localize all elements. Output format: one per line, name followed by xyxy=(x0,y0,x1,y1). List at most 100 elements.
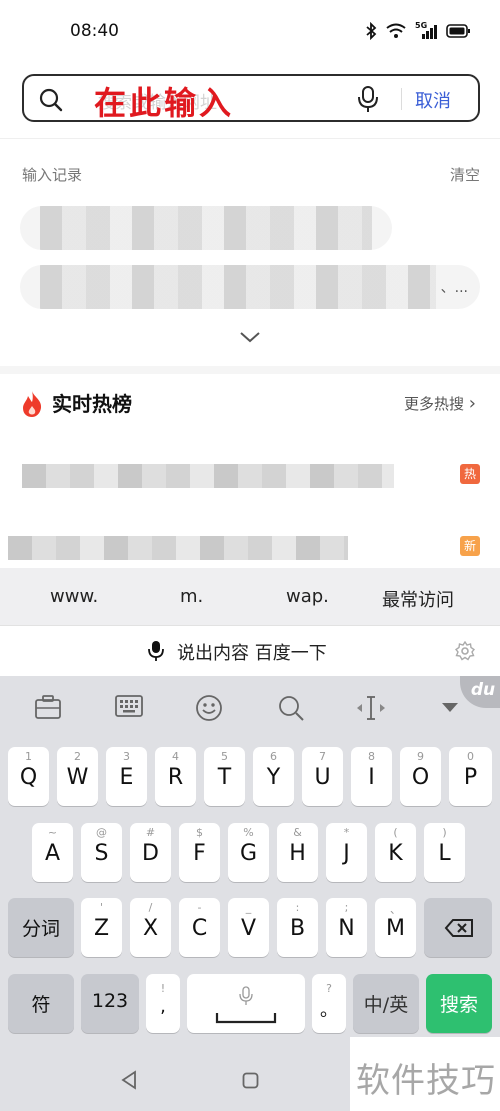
key-h[interactable]: & H xyxy=(277,823,318,882)
history-title: 输入记录 xyxy=(22,166,83,184)
key-hint: : xyxy=(295,901,300,914)
hot-list-item[interactable]: 新 xyxy=(0,534,500,568)
key-x[interactable]: / X xyxy=(130,898,171,957)
key-b[interactable]: :B xyxy=(277,898,318,957)
voice-prompt: 说出内容 百度一下 xyxy=(177,643,327,664)
key-hint: @ xyxy=(96,826,107,839)
key-k[interactable]: (K xyxy=(375,823,416,882)
key-p[interactable]: 0P xyxy=(449,747,492,806)
key-s[interactable]: @ S xyxy=(81,823,122,882)
key-o[interactable]: 9O xyxy=(400,747,441,806)
space-key[interactable] xyxy=(187,974,305,1033)
key-q[interactable]: 1Q xyxy=(8,747,49,806)
network-5g-icon: 5G xyxy=(415,21,437,39)
fenci-key[interactable]: 分词 xyxy=(8,898,74,957)
blurred-history-text xyxy=(40,265,436,309)
hot-list-item[interactable]: 热 xyxy=(0,462,500,496)
key-g[interactable]: % G xyxy=(228,823,269,882)
key-label: S xyxy=(94,841,109,866)
history-item[interactable]: 、... xyxy=(20,265,480,309)
home-icon[interactable] xyxy=(242,1072,259,1089)
key-hint: ) xyxy=(442,826,447,839)
cancel-button[interactable]: 取消 xyxy=(415,87,451,113)
key-hint: 2 xyxy=(74,750,81,763)
divider xyxy=(0,138,500,139)
status-icons: 5G xyxy=(365,21,470,40)
key-hint: 8 xyxy=(368,750,375,763)
key-m[interactable]: 、 M xyxy=(375,898,416,957)
keyboard-layout-icon[interactable] xyxy=(115,694,143,718)
search-submit-key[interactable]: 搜索 xyxy=(426,974,492,1033)
key-u[interactable]: 7U xyxy=(302,747,343,806)
key-hint: 0 xyxy=(467,750,474,763)
key-label: R xyxy=(167,765,184,790)
key-n[interactable]: ; N xyxy=(326,898,367,957)
hot-badge: 热 xyxy=(460,464,480,484)
back-icon[interactable] xyxy=(120,1070,138,1090)
key-r[interactable]: 4R xyxy=(155,747,196,806)
search-icon[interactable] xyxy=(277,694,305,722)
key-e[interactable]: 3E xyxy=(106,747,147,806)
suggestion-www[interactable]: www. xyxy=(50,586,98,607)
emoji-icon[interactable] xyxy=(195,694,223,722)
key-z[interactable]: ' Z xyxy=(81,898,122,957)
key-c[interactable]: -C xyxy=(179,898,220,957)
key-label: W xyxy=(66,765,89,790)
chevron-down-icon[interactable] xyxy=(239,330,261,344)
key-l[interactable]: ) L xyxy=(424,823,465,882)
key-t[interactable]: 5T xyxy=(204,747,245,806)
key-hint: 1 xyxy=(25,750,32,763)
suggestion-most-visited[interactable]: 最常访问 xyxy=(382,586,454,612)
period-key[interactable]: ?。 xyxy=(312,974,346,1033)
key-i[interactable]: 8I xyxy=(351,747,392,806)
key-hint: ~ xyxy=(47,826,58,839)
key-w[interactable]: 2W xyxy=(57,747,98,806)
suggestion-m[interactable]: m. xyxy=(180,586,203,607)
key-d[interactable]: # D xyxy=(130,823,171,882)
clear-history-button[interactable]: 清空 xyxy=(450,164,480,185)
key-label: U xyxy=(314,765,331,790)
microphone-icon[interactable] xyxy=(357,85,379,113)
cursor-move-icon[interactable] xyxy=(355,694,387,722)
key-hint: 、 xyxy=(390,903,401,916)
key-y[interactable]: 6Y xyxy=(253,747,294,806)
key-label: C xyxy=(191,916,208,941)
clipboard-icon[interactable] xyxy=(34,694,62,720)
suggestion-wap[interactable]: wap. xyxy=(286,586,329,607)
key-v[interactable]: _ V xyxy=(228,898,269,957)
key-f[interactable]: $ F xyxy=(179,823,220,882)
language-switch-key[interactable]: 中/英 xyxy=(353,974,419,1033)
backspace-key[interactable] xyxy=(424,898,492,957)
more-hot-link[interactable]: 更多热搜 › xyxy=(404,393,476,414)
gear-icon[interactable] xyxy=(455,641,475,661)
key-label: 分词 xyxy=(21,918,60,940)
blurred-history-text xyxy=(40,206,372,250)
key-label: G xyxy=(239,841,258,866)
key-hint: 4 xyxy=(172,750,179,763)
flame-icon xyxy=(23,391,42,417)
key-label: N xyxy=(338,916,355,941)
key-hint: * xyxy=(343,826,350,839)
history-item[interactable] xyxy=(20,206,392,250)
key-label: E xyxy=(119,765,134,790)
watermark-text: 软件技巧 xyxy=(356,1061,496,1101)
key-a[interactable]: ~ A xyxy=(32,823,73,882)
key-label: F xyxy=(193,841,206,866)
key-hint: & xyxy=(293,826,302,839)
key-hint: 9 xyxy=(417,750,424,763)
status-bar: 08:40 5G xyxy=(0,0,500,64)
key-j[interactable]: * J xyxy=(326,823,367,882)
battery-icon xyxy=(446,24,470,38)
chevron-right-icon: › xyxy=(468,393,476,414)
symbol-key[interactable]: 符 xyxy=(8,974,74,1033)
keyboard: du 1Q 2W 3E 4R 5T 6Y 7U 8I 9O 0P ~ A @ S #… xyxy=(0,676,500,1056)
key-label: A xyxy=(44,841,61,866)
number-key[interactable]: 123 xyxy=(81,974,139,1033)
comma-key[interactable]: !, xyxy=(146,974,180,1033)
key-label: 。 xyxy=(320,1000,338,1021)
voice-input-bar[interactable]: 说出内容 百度一下 xyxy=(0,626,500,676)
handwritten-annotation: 在此输入 xyxy=(94,84,235,122)
search-box[interactable]: 搜索或输入网址 在此输入 取消 xyxy=(22,74,480,122)
key-label: B xyxy=(289,916,306,941)
hide-keyboard-icon[interactable] xyxy=(440,700,460,714)
